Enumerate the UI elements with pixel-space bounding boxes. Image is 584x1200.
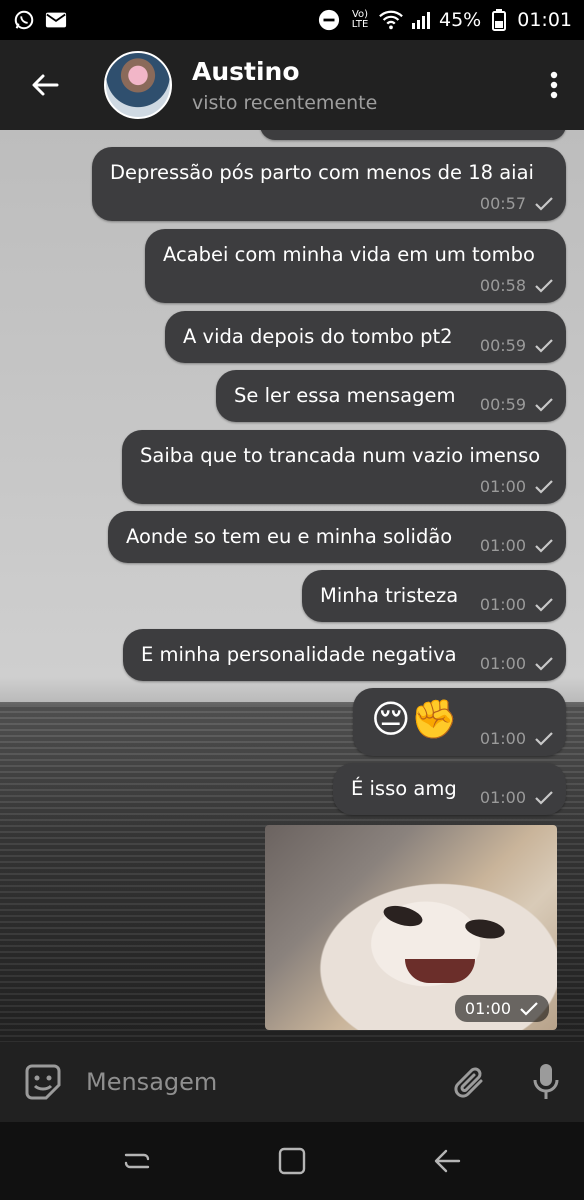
- message-meta: 01:00: [480, 788, 554, 807]
- check-icon: [535, 656, 553, 671]
- message-bubble-partial: [260, 130, 566, 140]
- check-icon: [535, 338, 553, 353]
- message-meta: 00:58: [480, 276, 554, 295]
- back-arrow-icon: [32, 74, 59, 96]
- message-input[interactable]: [86, 1052, 432, 1112]
- sticker-meta: 01:00: [454, 995, 549, 1022]
- message-time: 01:00: [479, 595, 526, 614]
- message-text: Saiba que to trancada num vazio imenso: [140, 444, 541, 467]
- message-bubble[interactable]: Acabei com minha vida em um tombo 00:58: [145, 229, 566, 303]
- back-button[interactable]: [0, 40, 90, 130]
- avatar[interactable]: [104, 51, 172, 119]
- battery-icon: [487, 8, 511, 32]
- wifi-icon: [379, 8, 403, 32]
- contact-info[interactable]: Austino visto recentemente: [192, 57, 524, 114]
- clock: 01:01: [517, 9, 572, 31]
- message-bubble[interactable]: 😔✊ 01:00: [353, 688, 566, 756]
- message-bubble[interactable]: Saiba que to trancada num vazio imenso 0…: [122, 430, 566, 504]
- sticker-cat-eye-right: [463, 916, 507, 942]
- whatsapp-icon: [12, 8, 36, 32]
- battery-percent: 45%: [439, 9, 482, 31]
- message-time: 00:59: [479, 395, 526, 414]
- system-nav-bar: [0, 1122, 584, 1200]
- message-meta: 01:00: [480, 595, 554, 614]
- sticker-message[interactable]: 01:00: [265, 825, 557, 1030]
- mic-icon: [533, 1064, 559, 1099]
- message-meta: 00:57: [480, 194, 554, 213]
- signal-icon: [409, 8, 433, 32]
- mail-icon: [44, 8, 68, 32]
- emoji-sticker-button[interactable]: [0, 1042, 86, 1122]
- check-icon: [520, 1001, 538, 1016]
- message-time: 00:58: [479, 276, 526, 295]
- message-text: Acabei com minha vida em um tombo: [163, 243, 535, 266]
- message-text: A vida depois do tombo pt2: [183, 325, 453, 348]
- check-icon: [535, 731, 553, 746]
- check-icon: [535, 278, 553, 293]
- check-icon: [535, 790, 553, 805]
- message-text: Aonde so tem eu e minha solidão: [126, 525, 453, 548]
- message-time: 00:57: [479, 194, 526, 213]
- more-options-button[interactable]: [524, 40, 584, 130]
- message-meta: 01:00: [480, 536, 554, 555]
- last-seen-status: visto recentemente: [192, 91, 378, 114]
- message-text: E minha personalidade negativa: [141, 643, 457, 666]
- sticker-cat-eye-left: [381, 902, 425, 930]
- chat-area[interactable]: Depressão pós parto com menos de 18 aiai…: [0, 130, 584, 1042]
- message-text: Se ler essa mensagem: [234, 384, 456, 407]
- message-bubble[interactable]: A vida depois do tombo pt2 00:59: [165, 311, 566, 363]
- status-bar: Vo) LTE 45% 01:01: [0, 0, 584, 40]
- message-time: 01:00: [479, 477, 526, 496]
- more-vert-icon: [550, 71, 558, 99]
- volte-icon: Vo) LTE: [351, 9, 369, 30]
- check-icon: [535, 538, 553, 553]
- check-icon: [535, 479, 553, 494]
- nav-back-button[interactable]: [407, 1122, 487, 1200]
- message-input-bar: [0, 1042, 584, 1122]
- message-bubble[interactable]: Se ler essa mensagem 00:59: [216, 370, 566, 422]
- message-text: Minha tristeza: [320, 584, 459, 607]
- message-time: 01:00: [479, 788, 526, 807]
- sticker-emoji-icon: [25, 1064, 61, 1100]
- check-icon: [535, 397, 553, 412]
- contact-name: Austino: [192, 56, 300, 86]
- message-meta: 00:59: [480, 395, 554, 414]
- recent-apps-button[interactable]: [97, 1122, 177, 1200]
- sticker-cat-mouth: [405, 959, 475, 983]
- mic-button[interactable]: [508, 1042, 584, 1122]
- message-bubble[interactable]: Aonde so tem eu e minha solidão 01:00: [108, 511, 566, 563]
- message-time: 01:00: [479, 536, 526, 555]
- chat-header: Austino visto recentemente: [0, 40, 584, 130]
- message-time: 00:59: [479, 336, 526, 355]
- attach-button[interactable]: [432, 1042, 508, 1122]
- message-time: 01:00: [479, 729, 526, 748]
- attach-icon: [454, 1067, 483, 1098]
- message-emoji: 😔✊: [371, 697, 458, 741]
- sticker-time: 01:00: [464, 999, 511, 1018]
- check-icon: [535, 597, 553, 612]
- message-bubble[interactable]: Depressão pós parto com menos de 18 aiai…: [92, 147, 566, 221]
- message-meta: 01:00: [480, 654, 554, 673]
- message-time: 01:00: [479, 654, 526, 673]
- recent-apps-icon: [125, 1153, 150, 1169]
- message-bubble[interactable]: É isso amg 01:00: [333, 763, 566, 815]
- home-icon: [278, 1147, 306, 1175]
- dnd-icon: [317, 8, 341, 32]
- message-bubble[interactable]: Minha tristeza 01:00: [302, 570, 566, 622]
- message-bubble[interactable]: E minha personalidade negativa 01:00: [123, 629, 566, 681]
- message-meta: 01:00: [480, 729, 554, 748]
- check-icon: [535, 196, 553, 211]
- message-meta: 00:59: [480, 336, 554, 355]
- home-button[interactable]: [252, 1122, 332, 1200]
- message-text: É isso amg: [351, 777, 457, 800]
- message-text: Depressão pós parto com menos de 18 aiai: [110, 161, 534, 184]
- message-meta: 01:00: [480, 477, 554, 496]
- back-icon: [434, 1149, 460, 1173]
